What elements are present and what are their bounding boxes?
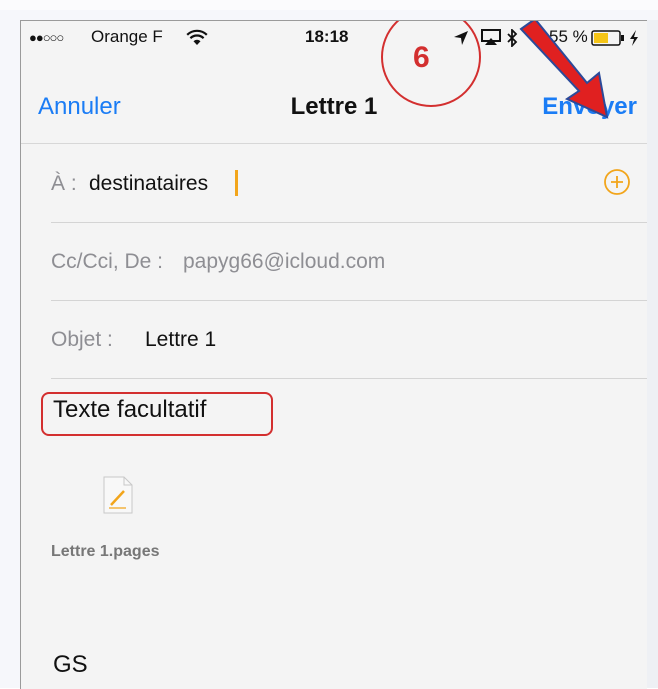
step-number: 6 — [413, 41, 430, 74]
red-arrow-icon — [519, 21, 609, 119]
carrier-name: Orange F — [91, 27, 163, 46]
to-label: À : — [51, 172, 77, 195]
subject-field[interactable]: Objet : Lettre 1 — [51, 300, 647, 379]
to-value[interactable]: destinataires — [89, 172, 208, 196]
cancel-button[interactable]: Annuler — [38, 93, 121, 121]
wifi-icon — [186, 29, 208, 45]
cc-from-label: Cc/Cci, De : — [51, 250, 164, 273]
add-contact-icon[interactable] — [603, 168, 631, 196]
attachment-name: Lettre 1.pages — [51, 543, 160, 560]
background-window-edge — [646, 20, 658, 688]
airplay-icon — [481, 29, 501, 45]
clock: 18:18 — [305, 27, 349, 46]
frame-top — [0, 0, 658, 10]
text-cursor — [235, 170, 238, 196]
to-field[interactable]: À : destinataires — [51, 144, 647, 223]
signature: GS — [53, 651, 88, 678]
annotation-highlight-box — [41, 392, 273, 436]
subject-label: Objet : — [51, 328, 113, 351]
pages-document-icon[interactable] — [103, 476, 133, 514]
phone-screen: ●●○○○ Orange F 18:18 55 % Lettre 1 Annul… — [20, 20, 647, 689]
subject-value[interactable]: Lettre 1 — [145, 328, 216, 352]
cc-from-field[interactable]: Cc/Cci, De : papyg66@icloud.com — [51, 222, 647, 301]
cc-from-value[interactable]: papyg66@icloud.com — [183, 250, 385, 274]
signal-strength: ●●○○○ — [29, 30, 64, 45]
